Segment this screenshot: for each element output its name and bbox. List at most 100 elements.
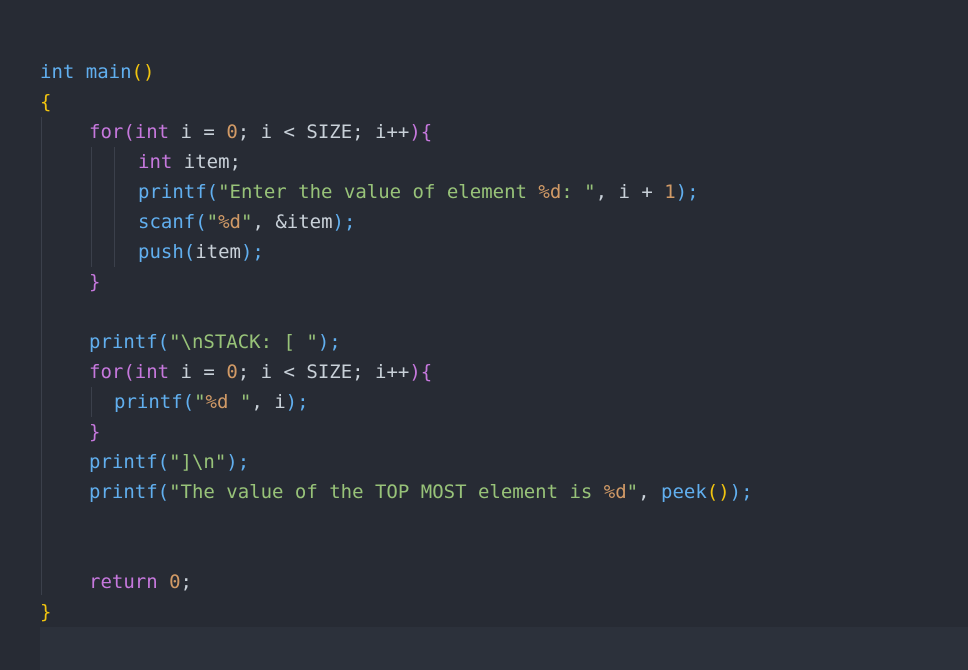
- code-token: 0: [169, 571, 181, 593]
- code-line[interactable]: for(int i = 0; i < SIZE; i++){: [0, 357, 968, 387]
- code-line[interactable]: printf("]\n");: [0, 447, 968, 477]
- code-token: , i +: [595, 181, 665, 203]
- code-token: (): [706, 481, 730, 503]
- code-token: peek: [661, 481, 707, 503]
- code-token: return: [89, 571, 158, 593]
- code-line[interactable]: [0, 507, 968, 537]
- code-line-content: {: [40, 87, 51, 117]
- code-token: ){: [409, 121, 433, 143]
- code-token: (: [206, 181, 219, 203]
- code-line[interactable]: printf("Enter the value of element %d: "…: [0, 177, 968, 207]
- code-line[interactable]: }: [0, 417, 968, 447]
- code-token: (: [123, 361, 135, 383]
- code-line-content: }: [40, 597, 51, 627]
- code-token: (: [157, 451, 170, 473]
- code-line-content: for(int i = 0; i < SIZE; i++){: [89, 357, 432, 387]
- code-token: %d: [218, 211, 241, 233]
- code-token: ; i < SIZE; i++: [237, 121, 410, 143]
- code-token: ;: [180, 571, 192, 593]
- code-token: item;: [172, 151, 241, 173]
- code-token: "Enter the value of element: [218, 181, 539, 203]
- code-line[interactable]: }: [0, 597, 968, 627]
- code-token: 0: [226, 361, 238, 383]
- code-token: printf: [89, 331, 158, 353]
- code-token: "]\n": [169, 451, 227, 473]
- code-line-content: push(item);: [138, 237, 264, 267]
- code-token: printf: [89, 481, 158, 503]
- code-token: );: [226, 451, 250, 473]
- code-line[interactable]: [0, 297, 968, 327]
- code-line-content: }: [89, 267, 100, 297]
- code-token: ": [241, 211, 253, 233]
- code-token: item: [195, 241, 241, 263]
- code-token: printf: [138, 181, 207, 203]
- code-line[interactable]: push(item);: [0, 237, 968, 267]
- code-token: );: [729, 481, 753, 503]
- code-token: (: [195, 211, 207, 233]
- code-token: "\nSTACK: [ ": [169, 331, 318, 353]
- code-line[interactable]: }: [0, 267, 968, 297]
- code-token: }: [89, 421, 101, 443]
- code-token: %d: [603, 481, 627, 503]
- code-token: );: [240, 241, 264, 263]
- code-line[interactable]: int main(): [0, 57, 968, 87]
- code-token: (: [183, 241, 196, 263]
- code-token: , i: [251, 391, 286, 413]
- code-token: );: [285, 391, 309, 413]
- code-line-content: printf("The value of the TOP MOST elemen…: [89, 477, 753, 507]
- code-token: , &item: [252, 211, 333, 233]
- code-line-content: printf("\nSTACK: [ ");: [89, 327, 341, 357]
- code-line[interactable]: printf("The value of the TOP MOST elemen…: [0, 477, 968, 507]
- code-token: );: [332, 211, 356, 233]
- code-line[interactable]: printf("%d ", i);: [0, 387, 968, 417]
- code-token: );: [317, 331, 341, 353]
- code-token: (: [157, 331, 170, 353]
- code-line-content: int main(): [40, 57, 154, 87]
- code-token: int: [134, 121, 170, 143]
- code-token: i =: [169, 361, 227, 383]
- code-line[interactable]: printf("\nSTACK: [ ");: [0, 327, 968, 357]
- code-line-content: }: [89, 417, 100, 447]
- code-token: printf: [89, 451, 158, 473]
- code-token: ": [194, 391, 206, 413]
- code-line[interactable]: {: [0, 87, 968, 117]
- code-line[interactable]: scanf("%d", &item);: [0, 207, 968, 237]
- code-token: scanf: [138, 211, 196, 233]
- code-token: "The value of the TOP MOST element is: [169, 481, 604, 503]
- code-line-content: scanf("%d", &item);: [138, 207, 355, 237]
- code-token: ,: [638, 481, 662, 503]
- code-line[interactable]: int item;: [0, 147, 968, 177]
- code-token: 1: [664, 181, 676, 203]
- code-token: %d: [205, 391, 229, 413]
- code-line-content: for(int i = 0; i < SIZE; i++){: [89, 117, 432, 147]
- code-token: int: [40, 61, 75, 83]
- code-line-content: int item;: [138, 147, 241, 177]
- code-line[interactable]: [0, 537, 968, 567]
- code-token: (): [131, 61, 155, 83]
- code-token: ": [206, 211, 219, 233]
- code-line[interactable]: for(int i = 0; i < SIZE; i++){: [0, 117, 968, 147]
- code-token: int: [134, 361, 170, 383]
- code-token: 0: [226, 121, 238, 143]
- code-token: ){: [409, 361, 433, 383]
- code-token: for: [89, 361, 124, 383]
- code-token: push: [138, 241, 184, 263]
- code-token: ; i < SIZE; i++: [237, 361, 410, 383]
- code-token: for: [89, 121, 124, 143]
- code-line-content: printf("]\n");: [89, 447, 249, 477]
- code-token: i =: [169, 121, 227, 143]
- code-line-content: printf("Enter the value of element %d: "…: [138, 177, 699, 207]
- code-token: {: [40, 91, 52, 113]
- code-token: main: [85, 61, 132, 83]
- current-line-highlight: [40, 627, 968, 670]
- code-line[interactable]: return 0;: [0, 567, 968, 597]
- code-editor[interactable]: int main(){for(int i = 0; i < SIZE; i++)…: [0, 0, 968, 670]
- code-token: ": [228, 391, 252, 413]
- code-token: }: [40, 601, 52, 623]
- code-token: (: [157, 481, 170, 503]
- code-line-content: printf("%d ", i);: [114, 387, 309, 417]
- code-token: int: [138, 151, 173, 173]
- code-line-content: return 0;: [89, 567, 192, 597]
